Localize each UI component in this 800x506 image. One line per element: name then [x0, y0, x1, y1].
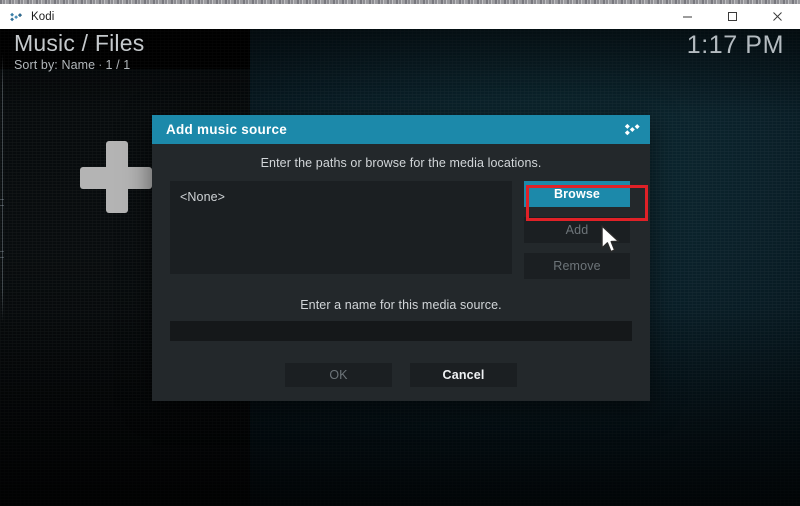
maximize-button[interactable] [710, 4, 755, 29]
page-count: 1 / 1 [105, 58, 131, 72]
sidebar-rail-tick [0, 257, 4, 258]
sidebar-rail-tick [0, 251, 4, 252]
window-title: Kodi [31, 10, 55, 23]
plus-icon[interactable] [80, 141, 152, 213]
sidebar-rail-tick [0, 199, 4, 200]
minimize-button[interactable] [665, 4, 710, 29]
page-header: Music / Files Sort by: Name · 1 / 1 [14, 29, 144, 72]
dialog-body: Enter the paths or browse for the media … [152, 144, 650, 401]
add-button[interactable]: Add [524, 217, 630, 243]
kodi-logo-icon [8, 9, 24, 25]
close-button[interactable] [755, 4, 800, 29]
breadcrumb: Music / Files [14, 30, 145, 56]
status-separator: · [98, 58, 103, 72]
paths-hint: Enter the paths or browse for the media … [260, 156, 542, 170]
source-name-input[interactable] [170, 321, 632, 341]
remove-button[interactable]: Remove [524, 253, 630, 279]
dialog-titlebar: Add music source [152, 115, 650, 144]
kodi-logo-icon [622, 120, 641, 139]
browse-button[interactable]: Browse [524, 181, 630, 207]
clock: 1:17 PM [686, 31, 784, 59]
paths-row: <None> Browse Add Remove [152, 181, 650, 279]
name-hint: Enter a name for this media source. [300, 298, 502, 312]
list-item[interactable]: <None> [170, 188, 512, 204]
window-titlebar: Kodi [0, 4, 800, 30]
ok-button[interactable]: OK [285, 363, 392, 387]
add-music-source-dialog: Add music source Enter the paths or brow… [152, 115, 650, 401]
cancel-button[interactable]: Cancel [410, 363, 517, 387]
dialog-actions: OK Cancel [152, 341, 650, 387]
dialog-title: Add music source [166, 122, 288, 137]
sort-status: Sort by: Name · 1 / 1 [14, 58, 144, 72]
kodi-application-area: Music / Files Sort by: Name · 1 / 1 1:17 P… [0, 29, 800, 506]
path-actions: Browse Add Remove [524, 181, 630, 279]
sort-by-label: Sort by: Name [14, 58, 96, 72]
sidebar-rail [2, 53, 3, 323]
sidebar-rail-tick [0, 205, 4, 206]
screen-root: Kodi Music / Files Sort by: Name·1 / 1 [0, 0, 800, 506]
path-list[interactable]: <None> [170, 181, 512, 274]
